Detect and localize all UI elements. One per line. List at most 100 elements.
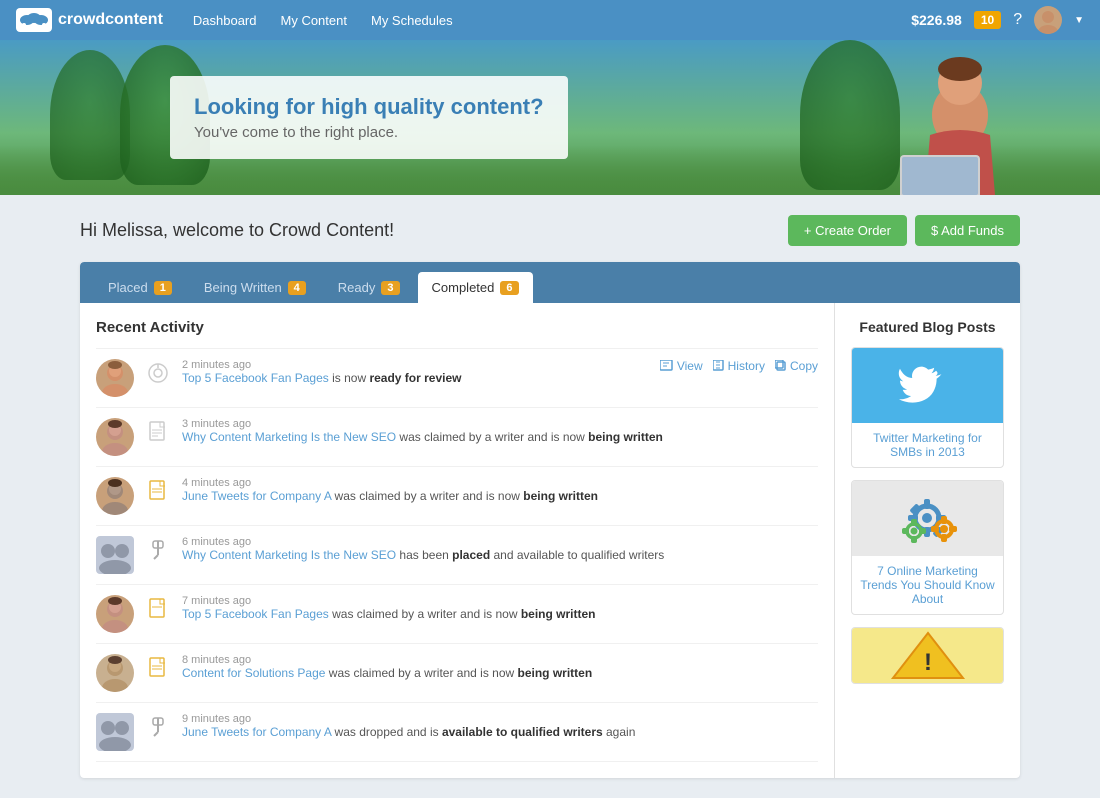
activity-content: 8 minutes ago Content for Solutions Page… <box>182 654 818 680</box>
blog-link-twitter[interactable]: Twitter Marketing for SMBs in 2013 <box>852 423 1003 467</box>
logo[interactable]: crowdcontent <box>16 8 163 32</box>
activity-description: Top 5 Facebook Fan Pages was claimed by … <box>182 607 818 621</box>
activity-time: 8 minutes ago <box>182 654 818 666</box>
avatar <box>96 359 134 397</box>
hero-content-box: Looking for high quality content? You've… <box>170 76 568 159</box>
activity-link[interactable]: Why Content Marketing Is the New SEO <box>182 548 396 562</box>
document-icon <box>144 418 172 446</box>
activity-description: June Tweets for Company A was claimed by… <box>182 489 818 503</box>
activity-time: 2 minutes ago <box>182 359 650 371</box>
welcome-message: Hi Melissa, welcome to Crowd Content! <box>80 220 394 241</box>
activity-content: 3 minutes ago Why Content Marketing Is t… <box>182 418 818 444</box>
activity-link[interactable]: Top 5 Facebook Fan Pages <box>182 371 329 385</box>
welcome-row: Hi Melissa, welcome to Crowd Content! + … <box>80 215 1020 246</box>
action-buttons: + Create Order $ Add Funds <box>788 215 1020 246</box>
hero-banner: Looking for high quality content? You've… <box>0 40 1100 195</box>
activity-description: Why Content Marketing Is the New SEO was… <box>182 430 818 444</box>
add-funds-button[interactable]: $ Add Funds <box>915 215 1020 246</box>
activity-time: 9 minutes ago <box>182 713 818 725</box>
nav-links: Dashboard My Content My Schedules <box>193 13 911 28</box>
activity-link[interactable]: Why Content Marketing Is the New SEO <box>182 430 396 444</box>
avatar <box>96 477 134 515</box>
logo-icon <box>16 8 52 32</box>
tab-ready[interactable]: Ready 3 <box>324 272 414 303</box>
tab-completed-badge: 6 <box>500 281 518 295</box>
activity-content: 6 minutes ago Why Content Marketing Is t… <box>182 536 818 562</box>
tab-placed[interactable]: Placed 1 <box>94 272 186 303</box>
hero-person <box>880 55 1040 195</box>
activity-item: 8 minutes ago Content for Solutions Page… <box>96 644 818 703</box>
tabs-bar: Placed 1 Being Written 4 Ready 3 Complet… <box>80 262 1020 303</box>
activity-time: 7 minutes ago <box>182 595 818 607</box>
blog-link-gears[interactable]: 7 Online Marketing Trends You Should Kno… <box>852 556 1003 614</box>
tab-ready-label: Ready <box>338 280 376 295</box>
activity-link[interactable]: Content for Solutions Page <box>182 666 325 680</box>
tab-ready-badge: 3 <box>381 281 399 295</box>
activity-description: June Tweets for Company A was dropped an… <box>182 725 818 739</box>
activity-actions: View History Copy <box>660 359 818 373</box>
tab-being-written-badge: 4 <box>288 281 306 295</box>
tab-being-written-label: Being Written <box>204 280 282 295</box>
activity-item: 7 minutes ago Top 5 Facebook Fan Pages w… <box>96 585 818 644</box>
user-avatar[interactable] <box>1034 6 1062 34</box>
help-button[interactable]: ? <box>1013 11 1022 29</box>
activity-link[interactable]: June Tweets for Company A <box>182 489 331 503</box>
activity-link[interactable]: Top 5 Facebook Fan Pages <box>182 607 329 621</box>
avatar <box>96 418 134 456</box>
document-icon <box>144 654 172 682</box>
main-content: Hi Melissa, welcome to Crowd Content! + … <box>0 195 1100 798</box>
pin-icon <box>144 713 172 741</box>
activity-item: 3 minutes ago Why Content Marketing Is t… <box>96 408 818 467</box>
activity-title: Recent Activity <box>96 319 818 336</box>
user-dropdown-arrow[interactable]: ▼ <box>1074 15 1084 26</box>
activity-time: 4 minutes ago <box>182 477 818 489</box>
orders-panel: Placed 1 Being Written 4 Ready 3 Complet… <box>80 262 1020 778</box>
pin-icon <box>144 536 172 564</box>
activity-item: 6 minutes ago Why Content Marketing Is t… <box>96 526 818 585</box>
nav-my-schedules[interactable]: My Schedules <box>371 13 453 28</box>
create-order-button[interactable]: + Create Order <box>788 215 907 246</box>
nav-my-content[interactable]: My Content <box>281 13 347 28</box>
avatar <box>96 713 134 751</box>
hero-tree-left <box>50 50 130 180</box>
activity-link[interactable]: June Tweets for Company A <box>182 725 331 739</box>
avatar <box>96 595 134 633</box>
activity-item: 2 minutes ago Top 5 Facebook Fan Pages i… <box>96 348 818 408</box>
view-action[interactable]: View <box>660 359 703 373</box>
tab-completed-label: Completed <box>432 280 495 295</box>
document-icon <box>144 359 172 387</box>
blog-card-warning: ! <box>851 627 1004 684</box>
blog-image-warning: ! <box>852 628 1003 683</box>
copy-action[interactable]: Copy <box>775 359 818 373</box>
activity-time: 3 minutes ago <box>182 418 818 430</box>
activity-item: 4 minutes ago June Tweets for Company A … <box>96 467 818 526</box>
tab-being-written[interactable]: Being Written 4 <box>190 272 320 303</box>
logo-text: crowdcontent <box>58 11 163 29</box>
activity-time: 6 minutes ago <box>182 536 818 548</box>
featured-blog-sidebar: Featured Blog Posts Twitter Marketing fo… <box>835 303 1020 778</box>
activity-content: 4 minutes ago June Tweets for Company A … <box>182 477 818 503</box>
hero-subheading: You've come to the right place. <box>194 124 544 141</box>
activity-content: 2 minutes ago Top 5 Facebook Fan Pages i… <box>182 359 650 385</box>
content-area: Recent Activity 2 minutes ago Top 5 Face… <box>80 303 1020 778</box>
tab-placed-label: Placed <box>108 280 148 295</box>
avatar <box>96 654 134 692</box>
activity-feed: Recent Activity 2 minutes ago Top 5 Face… <box>80 303 835 778</box>
tab-completed[interactable]: Completed 6 <box>418 272 533 303</box>
history-action[interactable]: History <box>713 359 765 373</box>
hero-heading: Looking for high quality content? <box>194 94 544 120</box>
activity-description: Top 5 Facebook Fan Pages is now ready fo… <box>182 371 650 385</box>
activity-description: Content for Solutions Page was claimed b… <box>182 666 818 680</box>
blog-card-gears: 7 Online Marketing Trends You Should Kno… <box>851 480 1004 615</box>
tab-placed-badge: 1 <box>154 281 172 295</box>
nav-right: $226.98 10 ? ▼ <box>911 6 1084 34</box>
svg-text:!: ! <box>924 649 932 676</box>
blog-image-twitter <box>852 348 1003 423</box>
navigation: crowdcontent Dashboard My Content My Sch… <box>0 0 1100 40</box>
blog-image-gears <box>852 481 1003 556</box>
activity-item: 9 minutes ago June Tweets for Company A … <box>96 703 818 762</box>
nav-dashboard[interactable]: Dashboard <box>193 13 257 28</box>
blog-card-twitter: Twitter Marketing for SMBs in 2013 <box>851 347 1004 468</box>
document-icon <box>144 477 172 505</box>
notification-badge[interactable]: 10 <box>974 11 1001 29</box>
